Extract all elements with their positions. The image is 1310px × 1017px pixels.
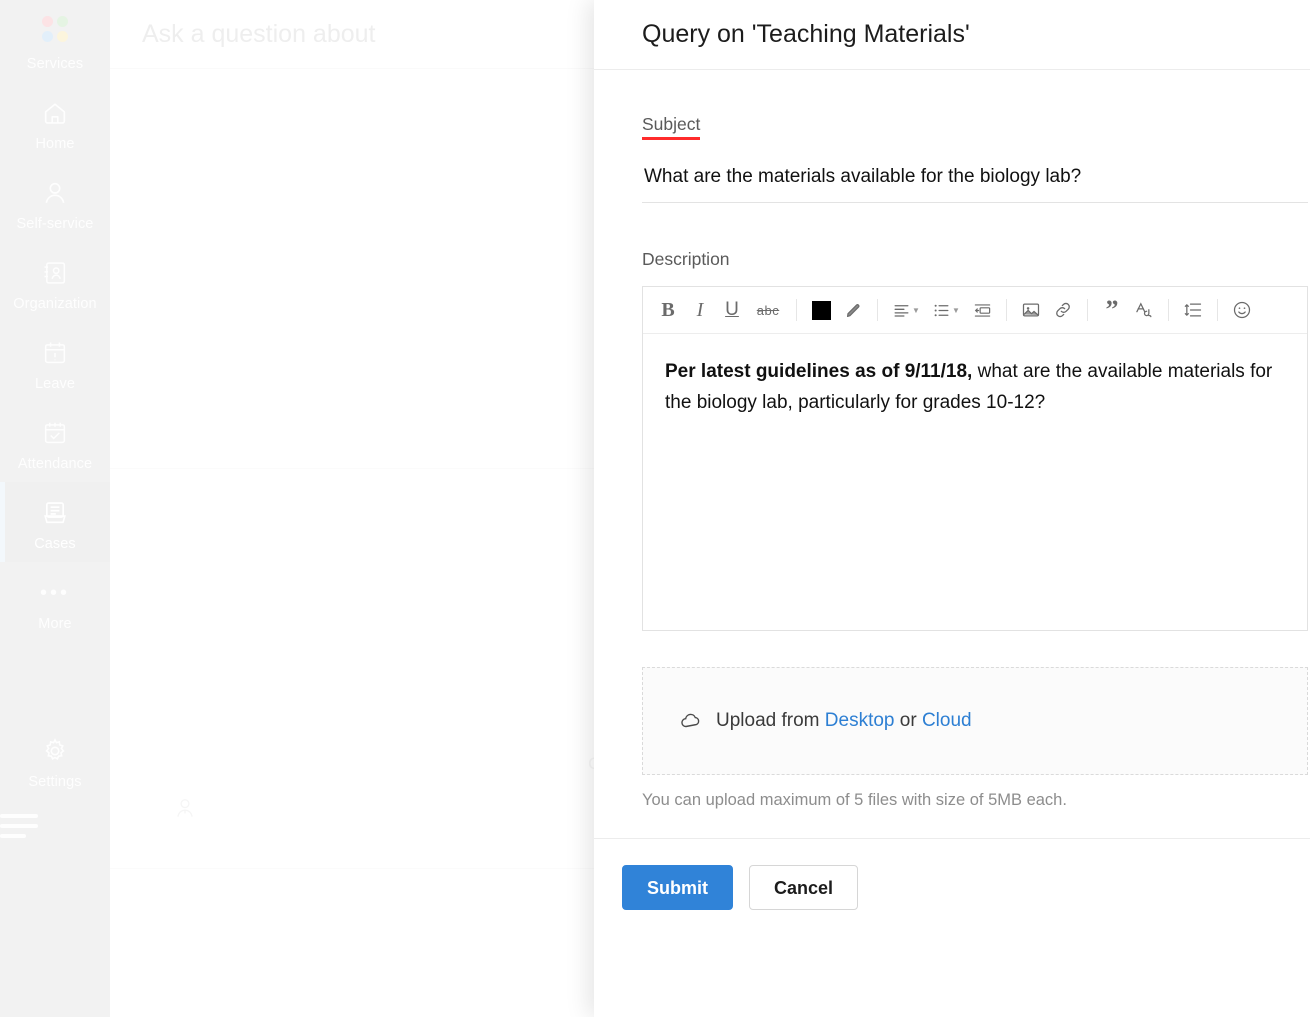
toolbar-divider	[1087, 299, 1088, 321]
modal-footer: Submit Cancel	[594, 838, 1310, 1017]
description-label: Description	[642, 249, 730, 269]
submit-button[interactable]: Submit	[622, 865, 733, 910]
ellipsis-icon: •••	[39, 582, 70, 604]
calendar-check-icon	[0, 416, 110, 450]
sidebar-item-label: Organization	[13, 296, 97, 312]
sidebar-item-leave[interactable]: Leave	[0, 322, 110, 402]
line-height-icon[interactable]	[1178, 295, 1208, 325]
sidebar-collapse-toggle[interactable]	[0, 800, 110, 854]
subject-label: Subject	[642, 114, 701, 140]
sidebar-item-label: Cases	[34, 536, 76, 552]
content-header-title: Ask a question about	[142, 19, 376, 48]
services-dots-icon	[0, 16, 110, 50]
blockquote-icon[interactable]: ”	[1097, 295, 1127, 325]
agent-person-icon[interactable]	[172, 795, 198, 826]
cloud-upload-icon	[679, 709, 703, 733]
description-editor-content[interactable]: Per latest guidelines as of 9/11/18, wha…	[643, 334, 1307, 630]
sidebar-item-label: Attendance	[17, 456, 93, 472]
toolbar-divider	[796, 299, 797, 321]
cancel-button[interactable]: Cancel	[749, 865, 859, 910]
align-left-icon[interactable]: ▼	[887, 295, 925, 325]
clear-formatting-icon[interactable]	[1129, 295, 1159, 325]
editor-toolbar: B I U abc ▼ ▼ ”	[643, 287, 1307, 334]
sidebar-item-label: Settings	[28, 774, 82, 790]
rich-text-editor: B I U abc ▼ ▼ ” Per latest guidelines as…	[642, 286, 1308, 631]
query-modal: Query on 'Teaching Materials' Subject De…	[594, 0, 1310, 1017]
upload-note: You can upload maximum of 5 files with s…	[642, 791, 1067, 809]
hamburger-icon	[0, 814, 110, 838]
toolbar-divider	[1168, 299, 1169, 321]
description-field-group: Description B I U abc ▼ ▼ ” Per latest g…	[642, 249, 1310, 631]
gear-icon	[0, 734, 110, 768]
modal-header: Query on 'Teaching Materials'	[594, 0, 1310, 70]
outdent-icon[interactable]	[967, 295, 997, 325]
upload-prefix-text: Upload from	[716, 710, 820, 731]
bold-icon[interactable]: B	[653, 295, 683, 325]
modal-title: Query on 'Teaching Materials'	[642, 20, 970, 48]
organization-icon	[0, 256, 110, 290]
text-color-swatch-icon[interactable]	[806, 295, 836, 325]
sidebar-item-services[interactable]: Services	[0, 0, 110, 82]
file-dropzone[interactable]: Upload from Desktop or Cloud	[642, 667, 1308, 775]
insert-image-icon[interactable]	[1016, 295, 1046, 325]
cases-icon	[0, 496, 110, 530]
sidebar-item-self-service[interactable]: Self-service	[0, 162, 110, 242]
sidebar-item-label: Leave	[34, 376, 75, 392]
description-bold-text: Per latest guidelines as of 9/11/18,	[665, 361, 973, 382]
modal-body: Subject Description B I U abc	[594, 70, 1310, 838]
emoji-icon[interactable]	[1227, 295, 1257, 325]
subject-field-group: Subject	[642, 114, 1310, 140]
sidebar-item-label: Home	[35, 136, 75, 152]
sidebar-item-label: More	[38, 616, 72, 632]
upload-separator-text: or	[899, 710, 917, 731]
italic-icon[interactable]: I	[685, 295, 715, 325]
sidebar-item-more[interactable]: ••• More	[0, 562, 110, 642]
home-icon	[0, 96, 110, 130]
toolbar-divider	[1217, 299, 1218, 321]
highlighter-pen-icon[interactable]	[838, 295, 868, 325]
toolbar-divider	[1006, 299, 1007, 321]
sidebar-item-home[interactable]: Home	[0, 82, 110, 162]
sidebar-item-label: Services	[26, 56, 84, 72]
insert-link-icon[interactable]	[1048, 295, 1078, 325]
sidebar-item-cases[interactable]: Cases	[0, 482, 110, 562]
sidebar-item-settings[interactable]: Settings	[0, 720, 110, 800]
sidebar-item-organization[interactable]: Organization	[0, 242, 110, 322]
calendar-alert-icon	[0, 336, 110, 370]
subject-input[interactable]	[642, 166, 1308, 203]
bullet-list-icon[interactable]: ▼	[927, 295, 965, 325]
strikethrough-icon[interactable]: abc	[749, 295, 787, 325]
toolbar-divider	[877, 299, 878, 321]
sidebar-item-attendance[interactable]: Attendance	[0, 402, 110, 482]
underline-icon[interactable]: U	[717, 295, 747, 325]
upload-cloud-link[interactable]: Cloud	[922, 710, 972, 732]
user-icon	[0, 176, 110, 210]
upload-desktop-link[interactable]: Desktop	[825, 710, 895, 732]
sidebar-item-label: Self-service	[16, 216, 94, 232]
sidebar: Services Home Self-service Organization …	[0, 0, 110, 1017]
